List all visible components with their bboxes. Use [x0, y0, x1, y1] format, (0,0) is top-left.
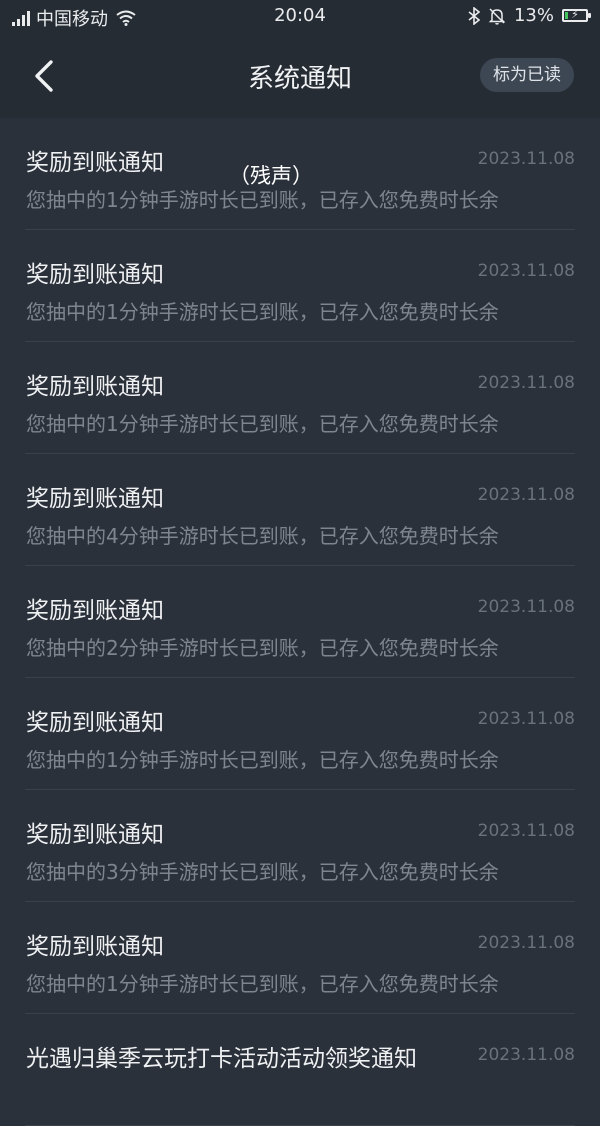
notification-title: 奖励到账通知	[26, 262, 164, 288]
notification-date: 2023.11.08	[477, 709, 575, 729]
charging-bolt-icon: ⚡	[571, 8, 579, 21]
notification-title: 奖励到账通知	[26, 822, 164, 848]
bluetooth-icon	[468, 6, 480, 25]
status-right: 13% ⚡	[468, 5, 591, 26]
notification-body: 您抽中的1分钟手游时长已到账，已存入您免费时长余	[26, 748, 499, 772]
notification-body: 您抽中的4分钟手游时长已到账，已存入您免费时长余	[26, 524, 499, 548]
notification-item[interactable]: 奖励到账通知 2023.11.08 您抽中的1分钟手游时长已到账，已存入您免费时长余	[25, 342, 575, 454]
notification-date: 2023.11.08	[477, 373, 575, 393]
notification-item[interactable]: 奖励到账通知 2023.11.08 您抽中的1分钟手游时长已到账，已存入您免费时长余	[25, 230, 575, 342]
notification-title: 光遇归巢季云玩打卡活动活动领奖通知	[26, 1046, 417, 1072]
notification-title: 奖励到账通知	[26, 710, 164, 736]
notification-title: 奖励到账通知	[26, 598, 164, 624]
notification-date: 2023.11.08	[477, 1045, 575, 1065]
notification-body: 您抽中的1分钟手游时长已到账，已存入您免费时长余	[26, 300, 499, 324]
mark-as-read-button[interactable]: 标为已读	[480, 58, 574, 92]
notification-item[interactable]: 奖励到账通知 2023.11.08 您抽中的2分钟手游时长已到账，已存入您免费时长余	[25, 566, 575, 678]
notification-title: 奖励到账通知	[26, 486, 164, 512]
notification-item[interactable]: 奖励到账通知 2023.11.08 您抽中的3分钟手游时长已到账，已存入您免费时长余	[25, 790, 575, 902]
notification-title: 奖励到账通知	[26, 150, 164, 176]
notification-title: 奖励到账通知	[26, 374, 164, 400]
notification-date: 2023.11.08	[477, 933, 575, 953]
notification-item[interactable]: 光遇归巢季云玩打卡活动活动领奖通知 2023.11.08	[25, 1014, 575, 1126]
notification-item[interactable]: 奖励到账通知 2023.11.08 您抽中的1分钟手游时长已到账，已存入您免费时长余	[25, 902, 575, 1014]
app-header: 系统通知 标为已读	[0, 34, 600, 118]
status-bar: 中国移动 20:04 13% ⚡	[0, 0, 600, 34]
notification-title: 奖励到账通知	[26, 934, 164, 960]
notification-body: 您抽中的2分钟手游时长已到账，已存入您免费时长余	[26, 636, 499, 660]
notification-body: 您抽中的1分钟手游时长已到账，已存入您免费时长余	[26, 972, 499, 996]
battery-percent: 13%	[513, 5, 554, 26]
notification-body: 您抽中的3分钟手游时长已到账，已存入您免费时长余	[26, 860, 499, 884]
notification-date: 2023.11.08	[477, 597, 575, 617]
notification-list: 奖励到账通知 2023.11.08 您抽中的1分钟手游时长已到账，已存入您免费时长余…	[0, 118, 600, 1126]
mute-bell-icon	[488, 7, 506, 25]
notification-item[interactable]: 奖励到账通知 2023.11.08 您抽中的4分钟手游时长已到账，已存入您免费时长余	[25, 454, 575, 566]
notification-item[interactable]: 奖励到账通知 2023.11.08 您抽中的1分钟手游时长已到账，已存入您免费时长余	[25, 678, 575, 790]
notification-date: 2023.11.08	[477, 821, 575, 841]
notification-date: 2023.11.08	[477, 261, 575, 281]
notification-date: 2023.11.08	[477, 485, 575, 505]
battery-icon: ⚡	[562, 8, 591, 22]
overlay-note: （残声）	[229, 164, 313, 188]
notification-body: 您抽中的1分钟手游时长已到账，已存入您免费时长余	[26, 412, 499, 436]
notification-date: 2023.11.08	[477, 149, 575, 169]
